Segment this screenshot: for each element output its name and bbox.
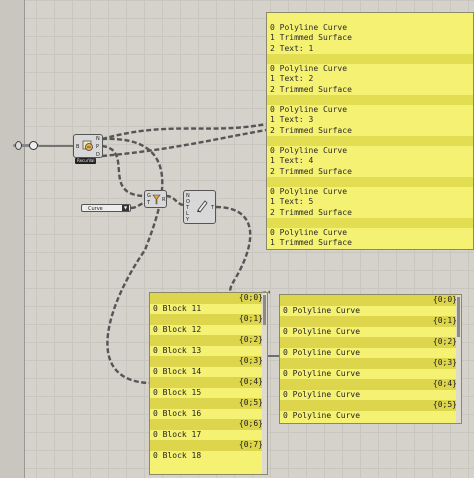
branch-item: 0 Polyline Curve <box>283 326 361 336</box>
block-panel-scrollbar[interactable] <box>262 293 267 474</box>
branch-path: {0;1} <box>280 316 461 327</box>
branch-path: {0;4} <box>150 377 267 388</box>
branch-path: {0;2} <box>150 335 267 346</box>
top-panel-line <box>267 217 473 228</box>
pen-icon <box>197 200 208 213</box>
block-panel-rows: {0;0} 0 Block 11 {0;1} 0 Block 12 {0;2} 0 Blo… <box>150 293 267 461</box>
dropdown-arrow-icon[interactable]: ▼ <box>122 205 129 211</box>
branch-path: {0;7} <box>150 440 267 451</box>
top-panel-line: 2 Trimmed Surface <box>270 84 352 94</box>
branch-path: {0;5} <box>150 398 267 409</box>
branch-item: 0 Polyline Curve <box>283 368 361 378</box>
branch-path: {0;0} <box>280 295 461 306</box>
type-component[interactable]: N O T L Y T <box>183 190 216 224</box>
top-panel-line: 1 Text: 2 <box>270 74 314 84</box>
branch-item: 0 Polyline Curve <box>283 389 361 399</box>
top-panel-line <box>267 53 473 64</box>
branch-item: 0 Block 14 <box>153 366 202 376</box>
block-panel[interactable]: {0;0} 0 Block 11 {0;1} 0 Block 12 {0;2} 0 Blo… <box>149 292 268 475</box>
top-panel-line: 0 Polyline Curve <box>270 146 348 155</box>
branch-path: {0;2} <box>280 337 461 348</box>
type-input-y: Y <box>186 217 190 223</box>
block-panel-scroll-thumb[interactable] <box>263 295 266 325</box>
filter-icon <box>152 194 161 205</box>
filter-component[interactable]: G T R <box>144 190 167 208</box>
branch-path: {0;5} <box>280 400 461 411</box>
recursive-output-p: P <box>96 144 100 150</box>
top-panel-line: 0 Polyline Curve <box>270 228 348 237</box>
top-panel-line: 2 Text: 1 <box>270 43 314 53</box>
branch-path: {0;6} <box>150 419 267 430</box>
slider-right-handle[interactable] <box>29 141 38 150</box>
branch-item: 0 Block 16 <box>153 408 202 418</box>
recursive-output-d: D <box>96 152 100 158</box>
top-panel-line <box>267 94 473 105</box>
recursive-output-n: N <box>96 136 100 142</box>
top-panel-line: 2 Text: 6 <box>267 249 473 250</box>
recursive-component[interactable]: B N P D <box>73 134 103 158</box>
filter-input-t: T <box>147 200 151 206</box>
branch-path: {0;1} <box>150 314 267 325</box>
recursive-caption: RecurVal <box>75 158 97 164</box>
branch-item: 0 Block 11 <box>153 303 202 313</box>
branch-item: 0 Block 17 <box>153 429 202 439</box>
branch-item: 0 Polyline Curve <box>283 305 361 315</box>
top-panel-line: 2 Trimmed Surface <box>270 207 352 217</box>
top-panel-line: 0 Polyline Curve <box>270 105 348 114</box>
branch-item: 0 Polyline Curve <box>283 347 361 357</box>
top-panel-line: 0 Polyline Curve <box>270 23 348 32</box>
wire-p-to-filter <box>101 144 146 198</box>
branch-path: {0;3} <box>280 358 461 369</box>
top-panel-line: 1 Trimmed Surface <box>270 238 352 248</box>
branch-path: {0;0} <box>150 293 267 304</box>
type-output-t: T <box>211 205 215 211</box>
top-panel-rows: 0 Polyline Curve 1 Trimmed Surface 2 Text:… <box>267 23 473 250</box>
recursive-input-b: B <box>76 144 80 150</box>
filter-input-g: G <box>147 193 151 199</box>
top-panel-line <box>267 135 473 146</box>
number-slider[interactable] <box>13 141 39 151</box>
wire-filter-to-type <box>165 194 184 207</box>
branch-item: 0 Block 15 <box>153 387 202 397</box>
wire-n-to-top-panel <box>101 122 267 141</box>
top-panel-line: 1 Text: 5 <box>270 197 314 207</box>
branch-item: 0 Polyline Curve <box>283 410 361 420</box>
recursive-icon <box>82 140 93 151</box>
top-panel-line: 1 Text: 4 <box>270 156 314 166</box>
branch-item: 0 Block 12 <box>153 324 202 334</box>
curve-panel-scrollbar[interactable] <box>456 295 461 423</box>
top-panel-line: 0 Polyline Curve <box>270 64 348 73</box>
top-panel-line: 2 Trimmed Surface <box>270 125 352 135</box>
wire-type-to-block-panel <box>215 205 271 296</box>
top-panel-line: 1 Trimmed Surface <box>270 33 352 43</box>
wire-dropdown-to-filter <box>130 201 146 210</box>
branch-path: {0;4} <box>280 379 461 390</box>
top-panel-line: 0 Polyline Curve <box>270 187 348 196</box>
top-panel-line: 1 Text: 3 <box>270 115 314 125</box>
curve-panel[interactable]: {0;0} 0 Polyline Curve {0;1} 0 Polyline Cur… <box>279 294 462 424</box>
top-panel[interactable]: 0 Polyline Curve 1 Trimmed Surface 2 Text:… <box>266 12 474 250</box>
filter-output-r: R <box>162 197 166 203</box>
top-panel-line: 2 Trimmed Surface <box>270 166 352 176</box>
curve-panel-scroll-thumb[interactable] <box>457 297 460 337</box>
slider-left-handle[interactable] <box>15 141 22 150</box>
type-dropdown-value: Curve <box>88 206 103 212</box>
branch-item: 0 Block 18 <box>153 450 202 460</box>
type-dropdown[interactable]: Curve ▼ <box>81 204 131 212</box>
curve-panel-rows: {0;0} 0 Polyline Curve {0;1} 0 Polyline Cur… <box>280 295 461 421</box>
top-panel-line <box>267 176 473 187</box>
branch-path: {0;3} <box>150 356 267 367</box>
branch-item: 0 Block 13 <box>153 345 202 355</box>
